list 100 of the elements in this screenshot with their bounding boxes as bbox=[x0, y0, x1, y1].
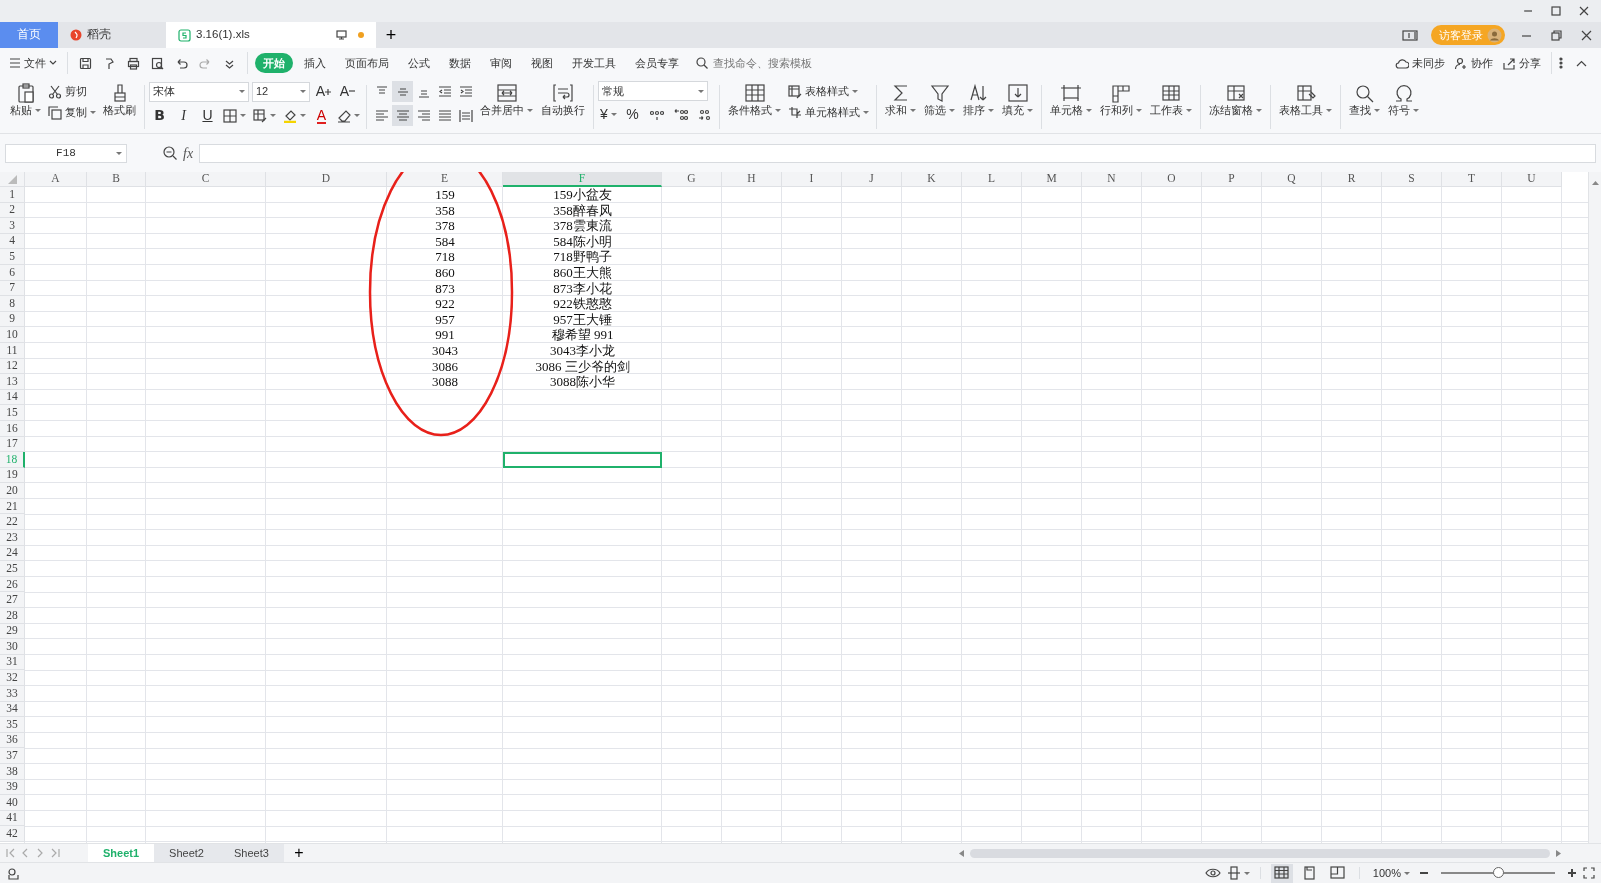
table-cell-text: 3043李小龙 bbox=[550, 342, 615, 360]
toolbar-button[interactable]: 求和 bbox=[881, 81, 920, 119]
column-header[interactable]: E bbox=[387, 172, 503, 187]
ribbon-tab[interactable]: 会员专享 bbox=[627, 52, 687, 74]
table-cell-text: 穆希望 991 bbox=[551, 326, 614, 344]
function-label[interactable]: fx bbox=[183, 142, 194, 164]
column-header[interactable]: M bbox=[1022, 172, 1082, 187]
column-header[interactable]: I bbox=[782, 172, 842, 187]
toolbar-button[interactable]: 冻结窗格 bbox=[1205, 81, 1266, 119]
ribbon-tab[interactable]: 视图 bbox=[523, 52, 561, 74]
row-header[interactable]: 8 bbox=[0, 296, 25, 312]
column-header[interactable]: R bbox=[1322, 172, 1382, 187]
column-header[interactable]: H bbox=[722, 172, 782, 187]
toolbar-button[interactable]: 符号 bbox=[1384, 81, 1423, 119]
merge-center-button[interactable]: 合并居中 bbox=[476, 81, 537, 119]
row-header[interactable]: 3 bbox=[0, 218, 25, 234]
toolbar-button[interactable]: 工作表 bbox=[1146, 81, 1196, 119]
row-header[interactable]: 37 bbox=[0, 748, 25, 764]
row-header[interactable]: 23 bbox=[0, 530, 25, 546]
number-format-dropdown[interactable]: 常规 bbox=[598, 81, 708, 101]
column-header[interactable]: P bbox=[1202, 172, 1262, 187]
toolbar-button[interactable]: 条件格式 bbox=[724, 81, 785, 119]
column-header[interactable]: D bbox=[266, 172, 387, 187]
toolbar-action[interactable]: 协作 bbox=[1451, 52, 1496, 74]
italic-button[interactable]: I bbox=[173, 105, 194, 126]
font-color-button[interactable]: A bbox=[311, 105, 332, 126]
table-cell-text: 718 bbox=[435, 248, 455, 267]
ribbon-tab[interactable]: 插入 bbox=[296, 52, 334, 74]
toolbar-button[interactable]: 行和列 bbox=[1096, 81, 1146, 119]
column-header[interactable]: U bbox=[1502, 172, 1562, 187]
toolbar-button[interactable]: 查找 bbox=[1345, 81, 1384, 119]
table-cell-text: 873李小花 bbox=[553, 279, 612, 297]
row-header[interactable]: 28 bbox=[0, 608, 25, 624]
toolbar-button[interactable]: 表格工具 bbox=[1275, 81, 1336, 119]
column-header[interactable]: T bbox=[1442, 172, 1502, 187]
column-header[interactable]: C bbox=[146, 172, 266, 187]
row-header[interactable]: 5 bbox=[0, 249, 25, 265]
table-cell-text: 991 bbox=[435, 326, 455, 345]
toolbar-button[interactable]: 填充 bbox=[998, 81, 1037, 119]
table-cell-text: 3043 bbox=[432, 342, 458, 360]
table-cell-text: 718野鸭子 bbox=[553, 248, 612, 266]
zoom-dropdown[interactable]: 100% bbox=[1369, 862, 1413, 884]
wrap-text-button[interactable]: 自动换行 bbox=[537, 81, 589, 119]
row-header[interactable]: 13 bbox=[0, 374, 25, 390]
percent-button[interactable]: % bbox=[622, 104, 643, 125]
table-cell-text: 922铁憨憨 bbox=[553, 295, 612, 313]
toolbar-action[interactable]: 分享 bbox=[1499, 52, 1544, 74]
decrease-font-button[interactable]: A bbox=[337, 81, 358, 102]
ribbon-tab[interactable]: 公式 bbox=[400, 52, 438, 74]
column-header[interactable]: K bbox=[902, 172, 962, 187]
ribbon-tab[interactable]: 开发工具 bbox=[564, 52, 624, 74]
toolbar-button[interactable]: 单元格 bbox=[1046, 81, 1096, 119]
row-header[interactable]: 30 bbox=[0, 639, 25, 655]
row-header[interactable]: 10 bbox=[0, 327, 25, 343]
row-header[interactable]: 15 bbox=[0, 405, 25, 421]
row-header[interactable]: 22 bbox=[0, 514, 25, 531]
row-header[interactable]: 35 bbox=[0, 717, 25, 733]
toolbar-action[interactable]: 未同步 bbox=[1392, 52, 1448, 74]
column-header[interactable]: L bbox=[962, 172, 1022, 187]
column-header[interactable]: S bbox=[1382, 172, 1442, 187]
toolbar-button[interactable]: 筛选 bbox=[920, 81, 959, 119]
name-box[interactable]: F18 bbox=[5, 143, 127, 163]
column-header[interactable]: G bbox=[662, 172, 722, 187]
row-header[interactable]: 40 bbox=[0, 795, 25, 811]
ribbon-tab[interactable]: 页面布局 bbox=[337, 52, 397, 74]
add-sheet-button[interactable]: + bbox=[283, 844, 314, 862]
column-header[interactable]: N bbox=[1082, 172, 1142, 187]
sheet-tab[interactable]: Sheet3 bbox=[218, 844, 284, 862]
row-header[interactable]: 20 bbox=[0, 483, 25, 499]
font-size-dropdown[interactable]: 12 bbox=[252, 81, 310, 102]
row-header[interactable]: 1 bbox=[0, 187, 25, 203]
font-name-dropdown[interactable]: 宋体 bbox=[149, 81, 249, 102]
paste-button[interactable]: 粘贴 bbox=[6, 81, 45, 119]
toolbar-button[interactable]: 复制 bbox=[45, 102, 99, 123]
ribbon-tab[interactable]: 审阅 bbox=[482, 52, 520, 74]
document-tab[interactable]: 3.16(1).xls bbox=[166, 22, 376, 48]
increase-font-button[interactable]: A bbox=[313, 81, 334, 102]
column-header[interactable]: J bbox=[842, 172, 902, 187]
toolbar-button[interactable]: 单元格样式 bbox=[785, 102, 872, 123]
format-painter-button[interactable]: 格式刷 bbox=[99, 81, 140, 119]
column-header[interactable]: Q bbox=[1262, 172, 1322, 187]
ribbon-tab[interactable]: 数据 bbox=[441, 52, 479, 74]
currency-button[interactable]: ¥ bbox=[598, 104, 619, 125]
row-header[interactable]: 27 bbox=[0, 592, 25, 609]
toolbar-button[interactable]: 表格样式 bbox=[785, 81, 872, 102]
add-tab-button[interactable]: + bbox=[376, 24, 406, 46]
column-header[interactable]: A bbox=[25, 172, 87, 187]
column-header[interactable]: B bbox=[87, 172, 146, 187]
toolbar-button[interactable]: 剪切 bbox=[45, 81, 99, 102]
column-header[interactable]: O bbox=[1142, 172, 1202, 187]
row-header[interactable]: 33 bbox=[0, 686, 25, 702]
row-header[interactable]: 32 bbox=[0, 670, 25, 686]
row-header[interactable]: 42 bbox=[0, 826, 25, 842]
file-menu-button[interactable]: 文件 bbox=[6, 52, 60, 74]
bold-button[interactable]: B bbox=[149, 105, 170, 126]
underline-button[interactable]: U bbox=[197, 105, 218, 126]
row-header[interactable]: 25 bbox=[0, 561, 25, 577]
sheet-tab[interactable]: Sheet2 bbox=[154, 844, 219, 862]
search-field[interactable]: 查找命令、搜索模板 bbox=[696, 53, 831, 73]
toolbar-button[interactable]: 排序 bbox=[959, 81, 998, 119]
